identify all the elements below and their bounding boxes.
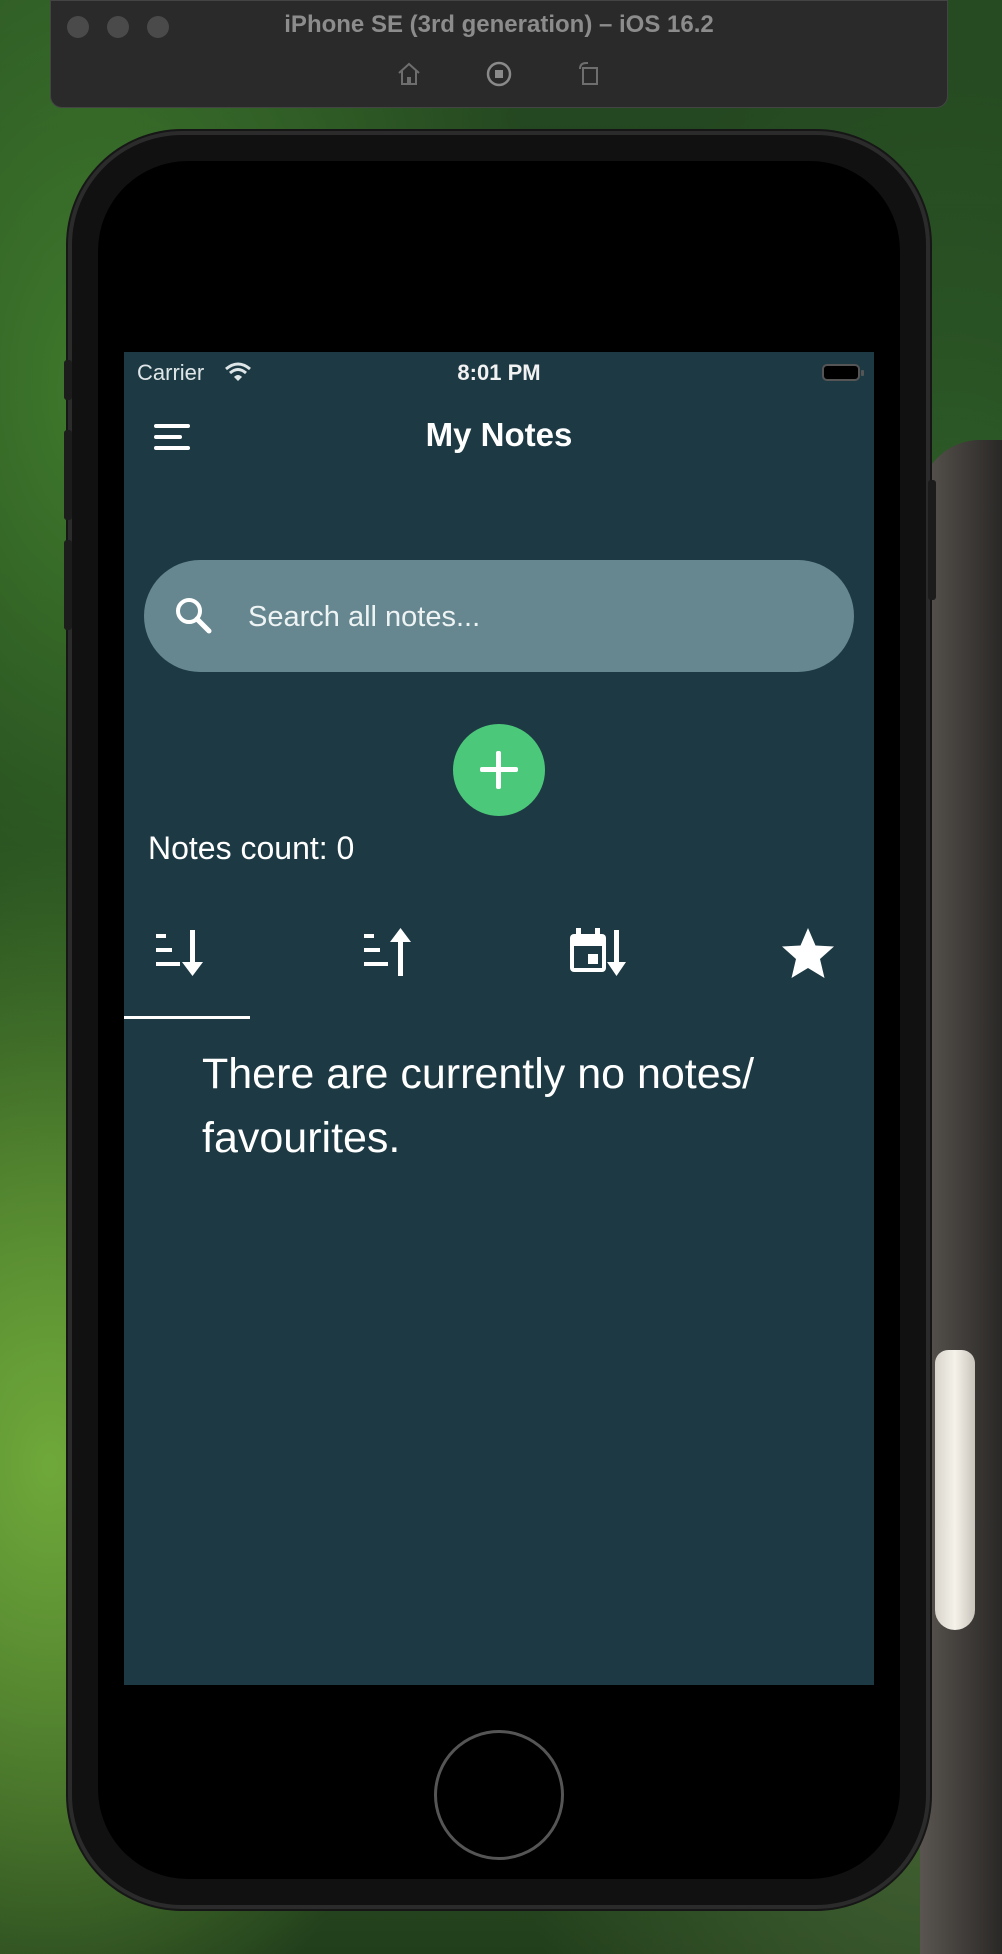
calendar-sort-icon xyxy=(570,928,626,976)
page-title: My Notes xyxy=(425,416,573,453)
app-screen: Carrier 8:01 PM My Notes Notes count: 0 xyxy=(124,352,874,1685)
background-tusk xyxy=(935,1350,975,1630)
sort-tabs xyxy=(124,892,874,1022)
clock: 8:01 PM xyxy=(457,360,541,385)
background-elephant xyxy=(920,440,1002,1954)
simulator-title: iPhone SE (3rd generation) – iOS 16.2 xyxy=(284,11,714,38)
sort-descending-icon xyxy=(156,930,203,976)
notes-count: Notes count: 0 xyxy=(148,830,355,866)
mute-switch xyxy=(64,360,72,400)
volume-down-button xyxy=(64,540,72,630)
search-input[interactable] xyxy=(246,590,830,644)
battery-icon xyxy=(822,364,864,381)
tab-selected-indicator xyxy=(124,1016,250,1019)
search-bar[interactable] xyxy=(144,560,854,672)
tab-favourites[interactable] xyxy=(748,892,874,1018)
add-note-button[interactable] xyxy=(453,724,545,816)
search-icon xyxy=(172,594,216,643)
star-icon xyxy=(782,928,834,978)
tab-sort-ascending[interactable] xyxy=(332,892,458,1018)
tab-sort-descending[interactable] xyxy=(124,892,250,1019)
rotate-icon[interactable] xyxy=(574,59,604,89)
status-bar: Carrier 8:01 PM xyxy=(124,352,874,392)
simulator-title-bar: iPhone SE (3rd generation) – iOS 16.2 xyxy=(50,0,948,108)
screenshot-icon[interactable] xyxy=(484,59,514,89)
sort-ascending-icon xyxy=(364,928,411,976)
tab-sort-by-date[interactable] xyxy=(540,892,666,1018)
home-icon[interactable] xyxy=(394,59,424,89)
home-button[interactable] xyxy=(434,1730,564,1860)
empty-state-message: There are currently no notes/ favourites… xyxy=(202,1050,755,1162)
power-button xyxy=(928,480,936,600)
volume-up-button xyxy=(64,430,72,520)
